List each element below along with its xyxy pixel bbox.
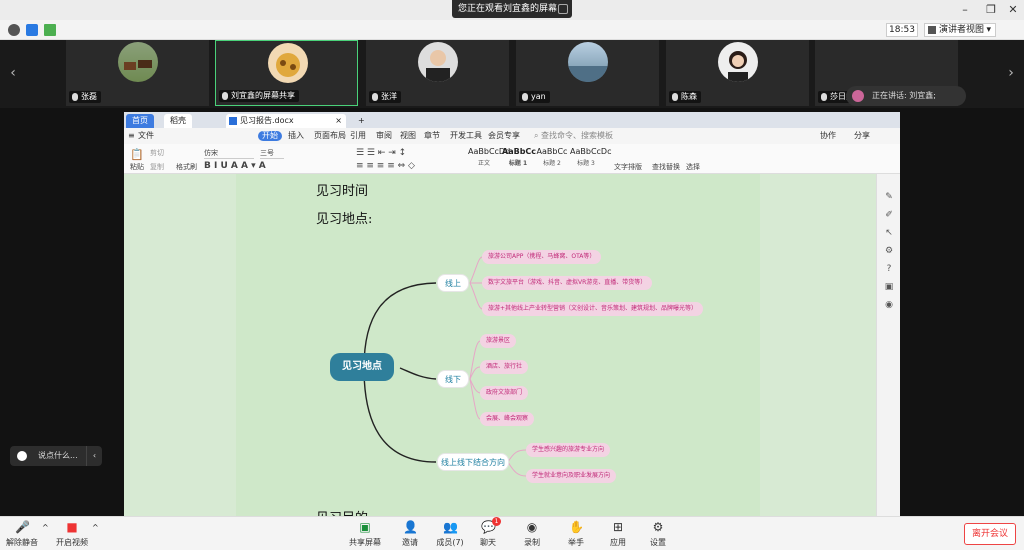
mindmap-branch-online[interactable]: 线上 xyxy=(437,274,469,292)
chevron-left-icon[interactable]: ‹ xyxy=(86,446,102,466)
settings-button[interactable]: ⚙ 设置 xyxy=(640,520,676,550)
unmute-button[interactable]: 🎤 解除静音 xyxy=(2,520,42,550)
mindmap-leaf[interactable]: 旅游景区 xyxy=(480,334,517,348)
mindmap-leaf[interactable]: 会展、峰会观察 xyxy=(480,412,535,426)
settings-icon: ⚙ xyxy=(652,520,664,534)
apps-icon: ⊞ xyxy=(612,520,624,534)
chat-button[interactable]: 💬 1 聊天 xyxy=(470,517,506,550)
leave-meeting-button[interactable]: 离开会议 xyxy=(964,523,1016,545)
record-button[interactable]: ◉ 录制 xyxy=(514,520,550,550)
chat-badge: 1 xyxy=(492,517,501,526)
mindmap-leaf[interactable]: 酒店、旅行社 xyxy=(480,360,529,374)
mic-off-icon: 🎤 xyxy=(15,520,30,534)
chevron-up-icon[interactable]: ^ xyxy=(92,523,99,532)
mindmap-leaf[interactable]: 学生就业意向及职业发展方向 xyxy=(526,469,617,483)
connector-offline xyxy=(399,367,437,380)
invite-icon: 👤 xyxy=(403,520,418,534)
mindmap-root[interactable]: 见习地点 xyxy=(330,353,394,381)
video-off-icon: ■ xyxy=(66,520,78,534)
share-screen-button[interactable]: ▣ 共享屏幕 xyxy=(344,520,386,550)
raise-hand-label: 举手 xyxy=(568,538,584,547)
unmute-label: 解除静音 xyxy=(6,538,38,547)
members-button[interactable]: 👥 成员(7) xyxy=(432,520,468,550)
mindmap-branch-combined[interactable]: 线上线下结合方向 xyxy=(437,453,509,471)
record-label: 录制 xyxy=(524,538,540,547)
members-icon: 👥 xyxy=(443,520,458,534)
mindmap-leaf[interactable]: 旅游+其他线上产业转型营销（文创设计、音乐策划、建筑规划、品牌曝光等） xyxy=(482,302,704,316)
chevron-up-icon[interactable]: ^ xyxy=(42,523,49,532)
screen-share-icon: ▣ xyxy=(359,520,371,534)
raise-hand-button[interactable]: ✋ 举手 xyxy=(558,520,594,550)
meeting-toolbar: 🎤 解除静音 ^ ■ 开启视频 ^ ▣ 共享屏幕 👤 邀请 👥 成员(7) 💬 … xyxy=(0,516,1024,550)
chat-label: 聊天 xyxy=(480,538,496,547)
record-icon: ◉ xyxy=(526,520,538,534)
mindmap-branch-offline[interactable]: 线下 xyxy=(437,370,469,388)
settings-label: 设置 xyxy=(650,538,666,547)
mindmap-leaf[interactable]: 旅游公司APP（携程、马蜂窝、OTA等） xyxy=(482,250,602,264)
mindmap-connectors xyxy=(363,256,527,477)
mindmap-leaf[interactable]: 学生感兴趣的旅游专业方向 xyxy=(526,443,611,457)
invite-button[interactable]: 👤 邀请 xyxy=(392,520,428,550)
start-video-label: 开启视频 xyxy=(56,538,88,547)
raise-hand-icon: ✋ xyxy=(569,520,584,534)
apps-label: 应用 xyxy=(610,538,626,547)
emoji-icon[interactable] xyxy=(17,451,27,461)
connector-combined xyxy=(363,367,437,463)
members-label: 成员(7) xyxy=(436,538,464,547)
share-screen-label: 共享屏幕 xyxy=(349,538,381,547)
chat-input[interactable]: 说点什么... ‹ xyxy=(10,446,102,466)
start-video-button[interactable]: ■ 开启视频 xyxy=(52,520,92,550)
invite-label: 邀请 xyxy=(402,538,418,547)
apps-button[interactable]: ⊞ 应用 xyxy=(600,520,636,550)
chat-placeholder: 说点什么... xyxy=(38,451,78,460)
mindmap-leaf[interactable]: 政府文旅部门 xyxy=(480,386,529,400)
mindmap-leaf[interactable]: 数字文旅平台（游戏、抖音、虚拟VR游览、直播、带货等） xyxy=(482,276,653,290)
